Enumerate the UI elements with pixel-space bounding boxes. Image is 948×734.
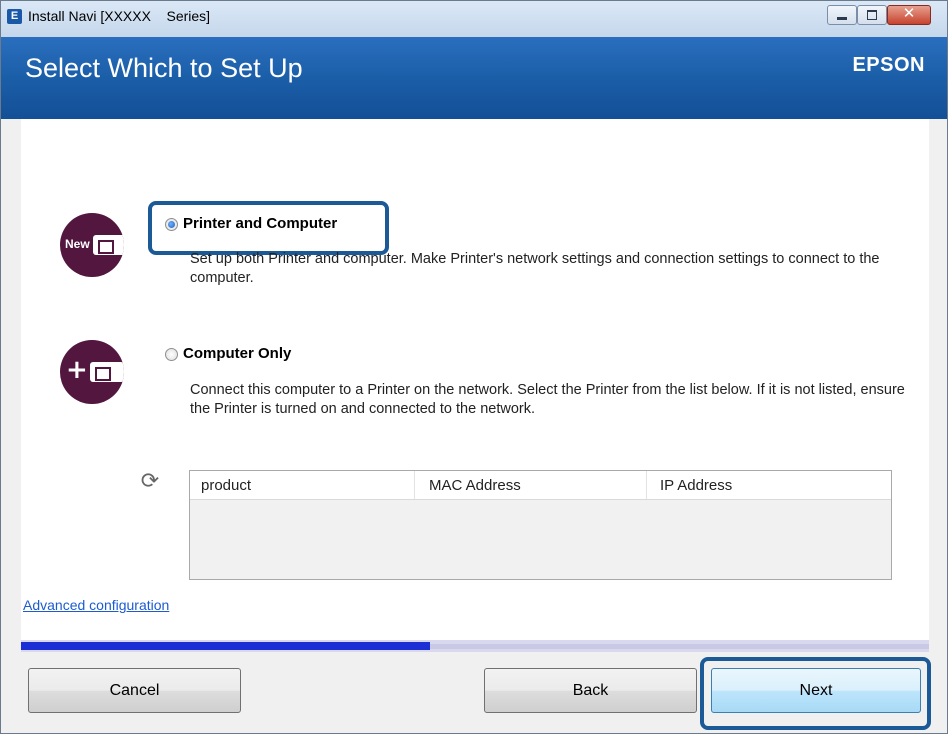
computer-only-label[interactable]: Computer Only xyxy=(183,345,291,362)
minimize-button[interactable] xyxy=(827,5,857,25)
column-header-ip-address[interactable]: IP Address xyxy=(660,477,732,494)
cancel-button[interactable]: Cancel xyxy=(28,668,241,713)
printer-list-table[interactable]: product MAC Address IP Address xyxy=(189,470,892,580)
epson-app-icon: E xyxy=(7,9,22,24)
computer-only-radio[interactable] xyxy=(165,348,178,361)
content-panel: New Printer and Computer Set up both Pri… xyxy=(21,119,929,640)
page-title: Select Which to Set Up xyxy=(25,53,303,83)
maximize-button[interactable] xyxy=(857,5,887,25)
install-navi-window: E Install Navi [XXXXX Series] ✕ Select W… xyxy=(0,0,948,734)
add-printer-icon: + xyxy=(60,340,124,404)
back-button[interactable]: Back xyxy=(484,668,697,713)
setup-progress-bar xyxy=(21,640,929,652)
advanced-configuration-link[interactable]: Advanced configuration xyxy=(23,597,169,613)
title-bar: E Install Navi [XXXXX Series] ✕ xyxy=(1,1,947,37)
table-header: product MAC Address IP Address xyxy=(190,471,891,500)
close-button[interactable]: ✕ xyxy=(887,4,931,25)
column-header-product[interactable]: product xyxy=(201,477,251,494)
next-button[interactable]: Next xyxy=(711,668,921,713)
progress-fill xyxy=(21,642,430,650)
maximize-icon xyxy=(867,10,877,20)
printer-and-computer-description: Set up both Printer and computer. Make P… xyxy=(190,251,880,286)
refresh-icon[interactable]: ⟳ xyxy=(138,469,162,493)
window-title: Install Navi [XXXXX Series] xyxy=(28,8,211,24)
minimize-icon xyxy=(837,17,847,20)
column-header-mac-address[interactable]: MAC Address xyxy=(429,477,521,494)
computer-only-description: Connect this computer to a Printer on th… xyxy=(190,382,905,417)
epson-logo: EPSON xyxy=(852,54,925,76)
close-icon: ✕ xyxy=(902,4,916,22)
printer-and-computer-radio[interactable] xyxy=(165,218,178,231)
new-printer-icon: New xyxy=(60,213,124,277)
page-header: Select Which to Set Up EPSON xyxy=(1,37,947,119)
printer-and-computer-label[interactable]: Printer and Computer xyxy=(183,215,337,232)
